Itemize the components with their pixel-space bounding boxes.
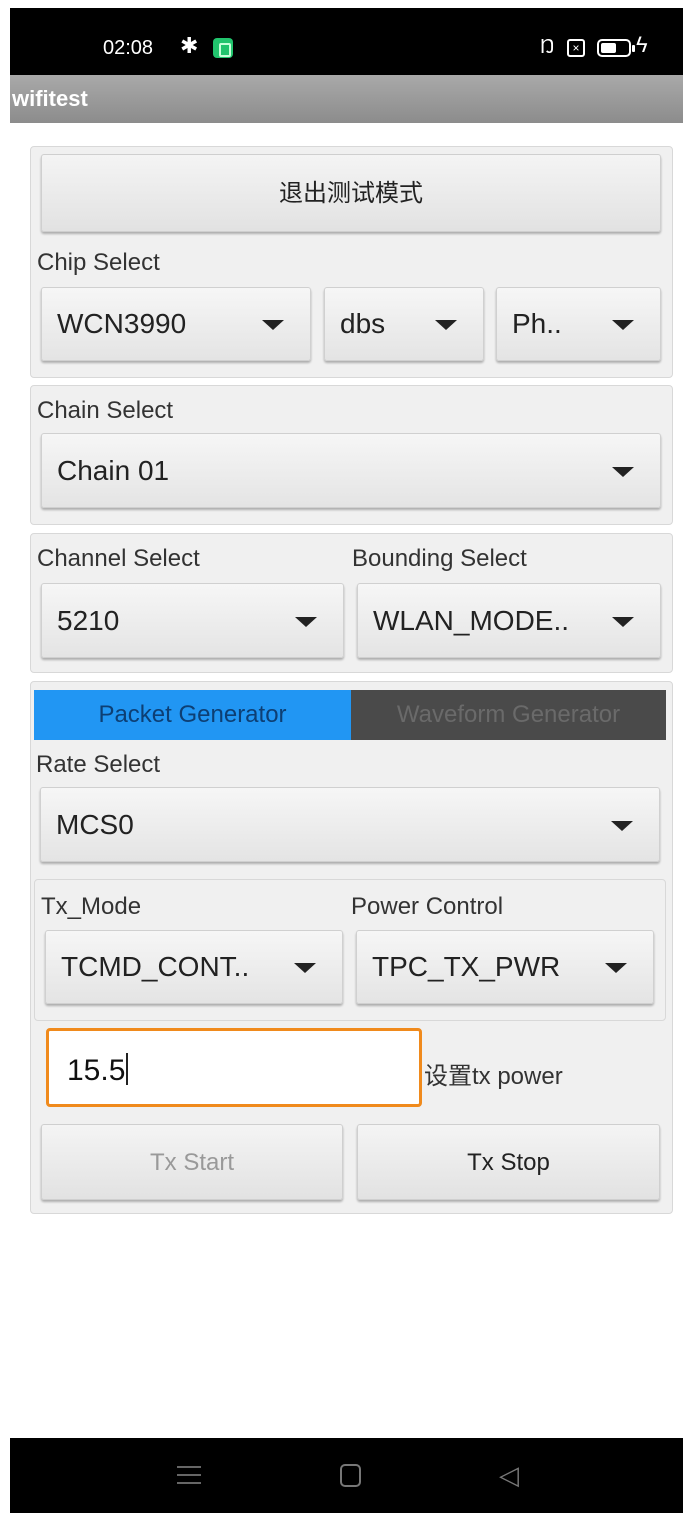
mode-value: dbs [340, 308, 386, 339]
chevron-down-icon [612, 616, 634, 627]
chevron-down-icon [262, 320, 284, 330]
rate-spinner[interactable]: MCS0 [40, 787, 660, 862]
tx-config-panel: Tx_Mode Power Control TCMD_CONT.. TPC_TX… [34, 879, 666, 1021]
tx-start-button[interactable]: Tx Start [41, 1124, 343, 1200]
chain-spinner[interactable]: Chain 01 [41, 433, 661, 508]
status-time: 02:08 [103, 37, 154, 59]
navigation-bar: ◁ [10, 1438, 683, 1513]
bounding-value: WLAN_MODE.. [373, 604, 570, 636]
charging-icon: ϟ [636, 32, 648, 57]
tab-waveform-generator[interactable]: Waveform Generator [351, 690, 666, 740]
text-caret [126, 1053, 129, 1085]
chip-spinner[interactable]: WCN3990 [41, 287, 311, 361]
chain-value: Chain 01 [57, 454, 170, 486]
app-title-bar: wifitest [10, 75, 683, 123]
chain-select-panel: Chain Select Chain 01 [30, 385, 673, 525]
home-icon[interactable] [340, 1464, 361, 1487]
chevron-down-icon [612, 320, 634, 330]
close-box-icon: × [567, 39, 585, 57]
phy-value: Ph.. [512, 308, 562, 339]
tx-mode-value: TCMD_CONT.. [61, 951, 250, 982]
chip-value: WCN3990 [57, 308, 187, 339]
back-icon[interactable]: ◁ [499, 1460, 519, 1490]
power-control-label: Power Control [351, 893, 504, 920]
chain-select-label: Chain Select [37, 397, 174, 424]
chevron-down-icon [295, 616, 317, 627]
tab-packet-generator[interactable]: Packet Generator [34, 690, 351, 740]
channel-value: 5210 [57, 604, 120, 636]
status-bar: 02:08 ✱ Ŋ × ϟ [10, 8, 683, 75]
battery-icon [597, 39, 635, 57]
tx-power-input[interactable]: 15.5 [46, 1028, 422, 1107]
chevron-down-icon [612, 466, 634, 477]
rate-select-label: Rate Select [36, 751, 161, 778]
chevron-down-icon [294, 963, 316, 973]
generator-tabs: Packet Generator Waveform Generator [34, 690, 666, 740]
channel-select-label: Channel Select [37, 545, 200, 572]
nfc-icon: Ŋ [540, 36, 555, 58]
channel-spinner[interactable]: 5210 [41, 583, 344, 658]
mode-spinner[interactable]: dbs [324, 287, 484, 361]
exit-test-mode-button[interactable]: 退出测试模式 [41, 154, 661, 232]
main-content: 退出测试模式 Chip Select WCN3990 dbs Ph.. Chai… [10, 123, 683, 1438]
bounding-spinner[interactable]: WLAN_MODE.. [357, 583, 661, 658]
tx-mode-label: Tx_Mode [41, 893, 142, 920]
channel-bounding-panel: Channel Select Bounding Select 5210 WLAN… [30, 533, 673, 673]
tx-power-value: 15.5 [67, 1054, 126, 1087]
tx-stop-button[interactable]: Tx Stop [357, 1124, 660, 1200]
menu-icon[interactable] [177, 1464, 201, 1486]
chip-select-label: Chip Select [37, 249, 160, 276]
chevron-down-icon [605, 963, 627, 973]
app-notification-icon [213, 38, 233, 58]
power-control-value: TPC_TX_PWR [372, 951, 561, 982]
set-tx-power-label[interactable]: 设置tx power [424, 1056, 563, 1091]
power-control-spinner[interactable]: TPC_TX_PWR [356, 930, 654, 1004]
gear-icon: ✱ [180, 33, 199, 58]
app-frame: 02:08 ✱ Ŋ × ϟ wifitest 退出测试模式 Chip Selec… [10, 8, 683, 1513]
phy-spinner[interactable]: Ph.. [496, 287, 661, 361]
chevron-down-icon [611, 820, 633, 831]
chip-select-panel: 退出测试模式 Chip Select WCN3990 dbs Ph.. [30, 146, 673, 378]
chevron-down-icon [435, 320, 457, 330]
tx-mode-spinner[interactable]: TCMD_CONT.. [45, 930, 343, 1004]
rate-value: MCS0 [56, 808, 134, 840]
bounding-select-label: Bounding Select [352, 545, 527, 572]
app-title: wifitest [12, 86, 88, 111]
